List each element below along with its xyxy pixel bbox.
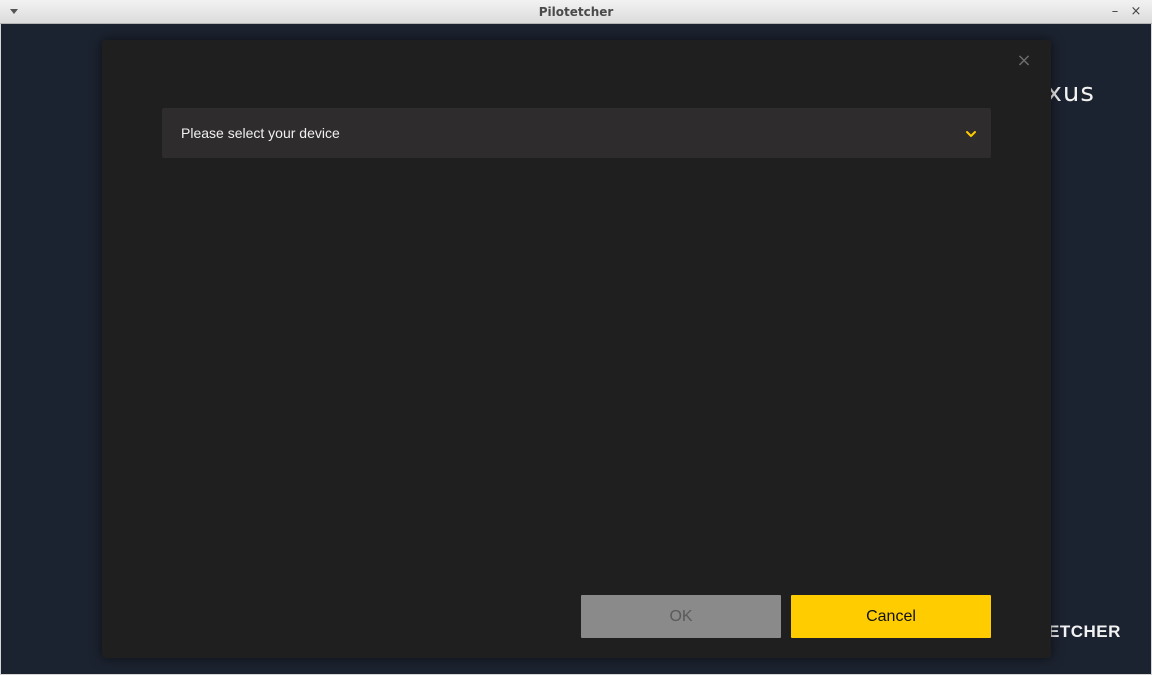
chevron-down-icon — [965, 127, 977, 139]
brand-logo-bottom: ETCHER — [1048, 622, 1121, 641]
minimize-button[interactable]: – — [1107, 4, 1123, 20]
ok-button[interactable]: OK — [581, 595, 781, 638]
window-menu-icon[interactable] — [8, 6, 20, 18]
window-close-button[interactable]: × — [1128, 4, 1144, 20]
device-dropdown-placeholder: Please select your device — [181, 125, 340, 141]
window-titlebar: Pilotetcher – × — [0, 0, 1152, 24]
device-dropdown[interactable]: Please select your device — [162, 108, 991, 158]
cancel-button[interactable]: Cancel — [791, 595, 991, 638]
device-select-dialog: × Please select your device OK Cancel — [102, 40, 1051, 658]
dialog-close-button[interactable]: × — [1016, 52, 1032, 70]
window-title: Pilotetcher — [538, 4, 614, 19]
